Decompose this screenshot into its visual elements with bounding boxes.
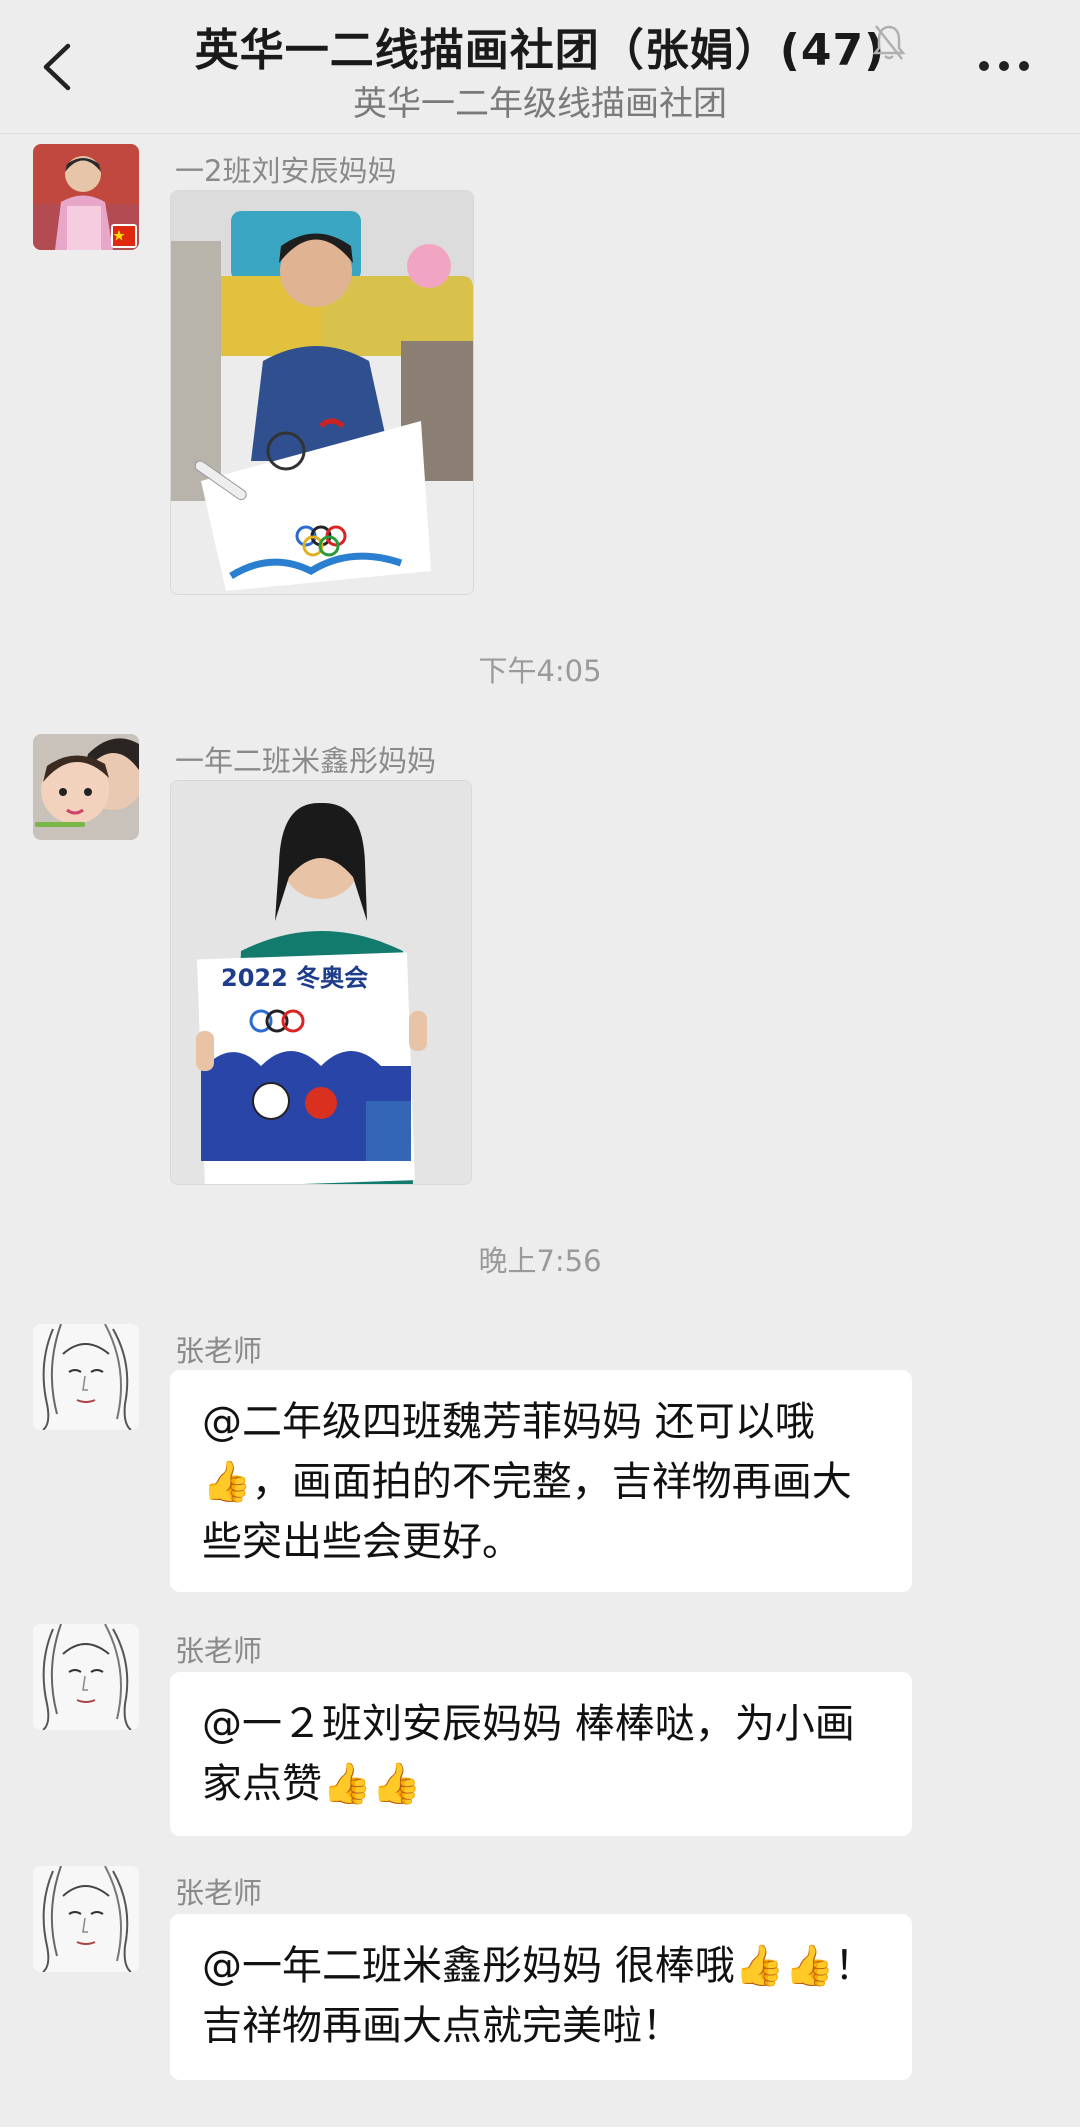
sender-name: 张老师 — [175, 1634, 263, 1668]
text-message[interactable]: @一年二班米鑫彤妈妈 很棒哦👍👍！ 吉祥物再画大点就完美啦！ — [170, 1914, 912, 2080]
avatar[interactable] — [33, 144, 139, 250]
poster-text: 2022 冬奥会 — [221, 964, 368, 992]
mute-bell-icon — [872, 25, 906, 60]
avatar[interactable] — [33, 1324, 139, 1430]
avatar[interactable] — [33, 1624, 139, 1730]
avatar[interactable] — [33, 1866, 139, 1972]
timestamp: 下午4:05 — [478, 654, 602, 688]
chat-header: 英华一二线描画社团（张娟）(47) 英华一二年级线描画社团 — [0, 0, 1080, 134]
image-message[interactable] — [170, 190, 474, 595]
chat-subtitle: 英华一二年级线描画社团 — [353, 84, 727, 124]
image-message[interactable]: 2022 冬奥会 — [170, 780, 472, 1185]
sender-name: 张老师 — [175, 1334, 263, 1368]
sender-name: 一2班刘安辰妈妈 — [175, 154, 397, 188]
more-dots-icon[interactable] — [978, 56, 1030, 76]
sender-name: 一年二班米鑫彤妈妈 — [175, 744, 437, 778]
text-message[interactable]: @二年级四班魏芳菲妈妈 还可以哦👍，画面拍的不完整，吉祥物再画大些突出些会更好。 — [170, 1370, 912, 1592]
avatar[interactable] — [33, 734, 139, 840]
text-message[interactable]: @一２班刘安辰妈妈 棒棒哒，为小画家点赞👍👍 — [170, 1672, 912, 1836]
sender-name: 张老师 — [175, 1876, 263, 1910]
chat-title[interactable]: 英华一二线描画社团（张娟）(47) — [0, 14, 1080, 78]
timestamp: 晚上7:56 — [478, 1244, 602, 1278]
